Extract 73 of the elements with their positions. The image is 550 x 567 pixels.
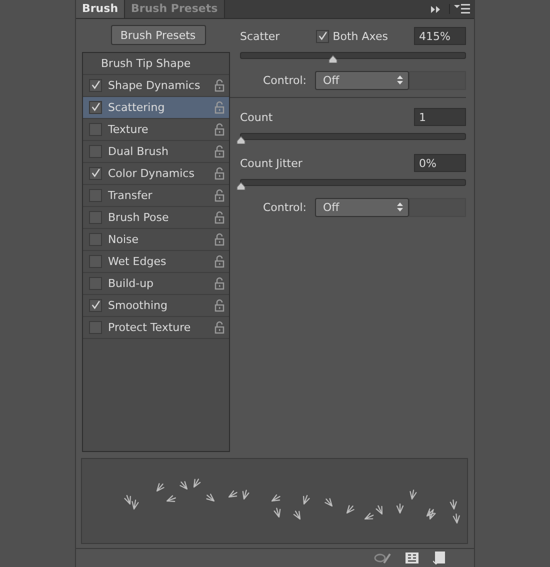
checkbox[interactable] <box>89 79 102 92</box>
up-down-arrows-icon <box>397 202 403 212</box>
option-label: Dual Brush <box>108 145 170 158</box>
tab[interactable]: Brush <box>76 0 126 18</box>
setting-label: Count Jitter <box>240 156 302 170</box>
control-dropdown[interactable]: Off <box>315 198 409 216</box>
padlock-icon[interactable] <box>214 233 225 246</box>
menu-icon[interactable] <box>449 4 470 14</box>
option-row[interactable]: Noise <box>83 229 229 251</box>
checkbox[interactable] <box>89 145 102 158</box>
option-row[interactable]: Dual Brush <box>83 141 229 163</box>
option-label: Scattering <box>108 101 166 114</box>
option-row[interactable]: Build-up <box>83 273 229 295</box>
padlock-icon[interactable] <box>214 123 225 136</box>
checkbox[interactable] <box>89 123 102 136</box>
checkbox[interactable] <box>89 211 102 224</box>
option-label: Build-up <box>108 277 155 290</box>
slider-thumb[interactable] <box>236 182 246 190</box>
setting-label: Scatter <box>240 30 280 42</box>
option-row[interactable]: Color Dynamics <box>83 163 229 185</box>
option-row[interactable]: Scattering <box>83 97 229 119</box>
option-row[interactable]: Wet Edges <box>83 251 229 273</box>
setting-label: Count <box>240 110 273 124</box>
checkbox[interactable] <box>89 299 102 312</box>
brush-presets-button[interactable]: Brush Presets <box>110 25 206 45</box>
control-label: Control: <box>263 74 308 86</box>
option-label: Wet Edges <box>108 255 168 268</box>
option-row[interactable]: Brush Pose <box>83 207 229 229</box>
checkbox[interactable] <box>316 30 329 42</box>
option-row[interactable]: Texture <box>83 119 229 141</box>
padlock-icon[interactable] <box>214 321 225 334</box>
option-row[interactable]: Transfer <box>83 185 229 207</box>
padlock-icon[interactable] <box>214 167 225 180</box>
padlock-icon[interactable] <box>214 211 225 224</box>
checkbox[interactable] <box>89 167 102 180</box>
padlock-icon[interactable] <box>214 255 225 268</box>
padlock-icon[interactable] <box>214 101 225 114</box>
value-field[interactable]: 415% <box>414 27 466 45</box>
checkbox[interactable] <box>89 277 102 290</box>
slider-thumb[interactable] <box>236 136 246 144</box>
checkbox-label: Both Axes <box>332 30 388 42</box>
option-label: Shape Dynamics <box>108 79 202 92</box>
checkbox[interactable] <box>89 255 102 268</box>
control-dropdown[interactable]: Off <box>315 70 409 90</box>
value-field[interactable]: 1 <box>414 108 466 126</box>
checkbox[interactable] <box>89 233 102 246</box>
option-label: Brush Pose <box>108 211 170 224</box>
option-row[interactable]: Brush Tip Shape <box>83 53 229 75</box>
option-label: Transfer <box>108 189 154 202</box>
slider-thumb[interactable] <box>328 55 338 63</box>
option-label: Color Dynamics <box>108 167 196 180</box>
padlock-icon[interactable] <box>214 145 225 158</box>
control-label: Control: <box>263 200 308 214</box>
new-page-icon[interactable] <box>433 551 446 565</box>
value-field[interactable]: 0% <box>414 154 466 172</box>
brush-eye-icon[interactable] <box>374 552 391 564</box>
padlock-icon[interactable] <box>214 189 225 202</box>
option-label: Smoothing <box>108 299 168 312</box>
collapse-icon[interactable] <box>430 4 441 14</box>
checkbox[interactable] <box>89 189 102 202</box>
option-label: Texture <box>108 123 150 136</box>
up-down-arrows-icon <box>397 75 403 85</box>
checkbox[interactable] <box>89 101 102 114</box>
option-label: Noise <box>108 233 140 246</box>
padlock-icon[interactable] <box>214 79 225 92</box>
option-row[interactable]: Smoothing <box>83 295 229 317</box>
option-row[interactable]: Protect Texture <box>83 317 229 339</box>
option-label: Protect Texture <box>108 321 192 334</box>
padlock-icon[interactable] <box>214 277 225 290</box>
padlock-icon[interactable] <box>214 299 225 312</box>
option-label: Brush Tip Shape <box>101 57 191 70</box>
panel-icon[interactable] <box>405 552 419 564</box>
checkbox[interactable] <box>89 321 102 334</box>
